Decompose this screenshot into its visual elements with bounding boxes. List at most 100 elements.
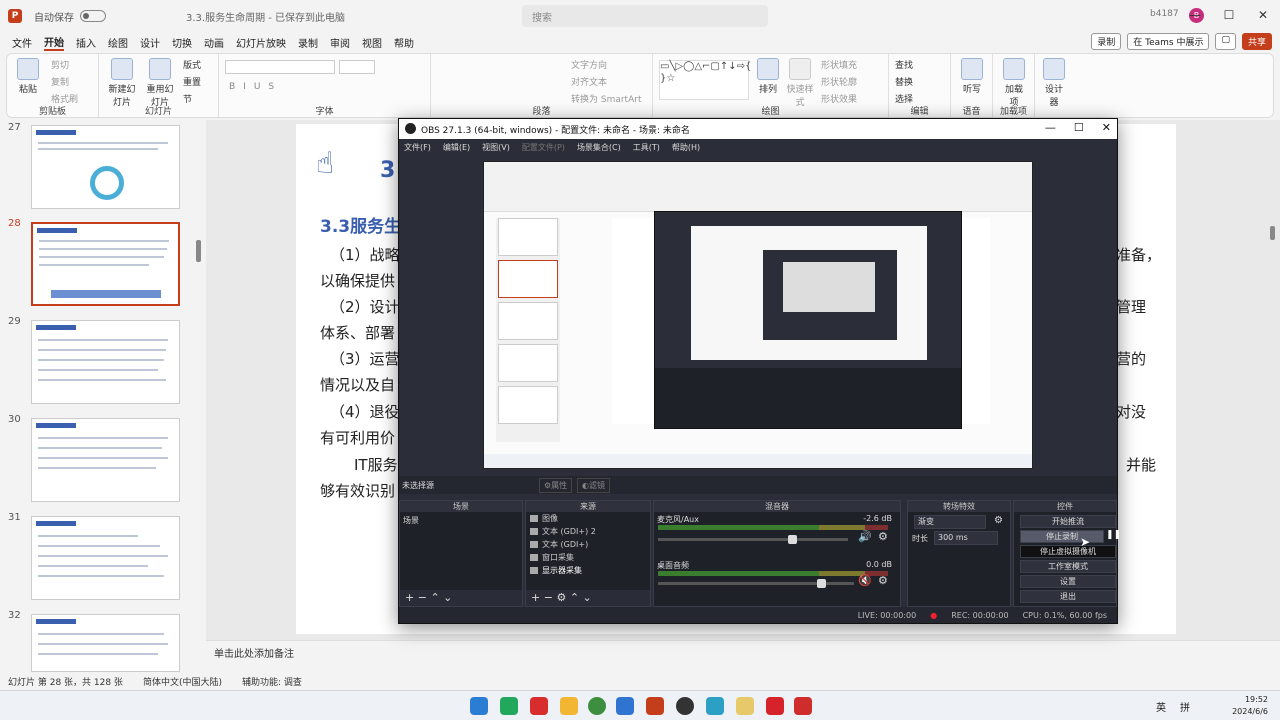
settings-button[interactable]: 设置 — [1020, 575, 1116, 588]
file-explorer-icon[interactable] — [560, 697, 578, 715]
menu-insert[interactable]: 插入 — [76, 35, 96, 50]
menu-review[interactable]: 审阅 — [330, 35, 350, 50]
obs-taskbar-icon[interactable] — [676, 697, 694, 715]
obs-menu-tools[interactable]: 工具(T) — [633, 142, 660, 153]
obs-menu-profile[interactable]: 配置文件(P) — [522, 142, 565, 153]
start-streaming-button[interactable]: 开始推流 — [1020, 515, 1116, 528]
source-item[interactable]: 显示器采集 — [526, 564, 650, 577]
move-up-icon[interactable]: ⌃ — [570, 591, 579, 604]
text-direction-button[interactable]: 文字方向 — [571, 58, 607, 71]
reuse-slide-button[interactable]: 重用幻灯片 — [143, 58, 177, 108]
exit-button[interactable]: 退出 — [1020, 590, 1116, 603]
move-down-icon[interactable]: ⌄ — [583, 591, 592, 604]
add-source-icon[interactable]: + — [531, 591, 540, 604]
stop-virtual-camera-button[interactable]: 停止虚拟摄像机 — [1020, 545, 1116, 558]
start-menu-icon[interactable] — [470, 697, 488, 715]
arrange-button[interactable]: 排列 — [755, 58, 781, 95]
menu-home[interactable]: 开始 — [44, 34, 64, 51]
system-clock[interactable]: 19:52 2024/6/6 — [1232, 694, 1268, 718]
source-settings-icon[interactable]: ⚙ — [556, 591, 566, 604]
comments-icon[interactable]: ▢ — [1215, 33, 1236, 50]
muted-speaker-icon[interactable]: 🔇 — [858, 574, 872, 587]
paste-button[interactable]: 粘贴 — [13, 58, 43, 95]
menu-design[interactable]: 设计 — [140, 35, 160, 50]
volume-slider[interactable] — [658, 579, 854, 588]
source-item[interactable]: 窗口采集 — [526, 551, 650, 564]
obs-maximize-button[interactable]: ☐ — [1074, 121, 1084, 134]
duration-input[interactable]: 300 ms — [934, 531, 998, 545]
taskbar-app-icon[interactable] — [706, 697, 724, 715]
font-size-select[interactable] — [339, 60, 375, 74]
share-button[interactable]: 共享 — [1241, 33, 1272, 50]
taskbar-app-icon[interactable] — [766, 697, 784, 715]
obs-menu-file[interactable]: 文件(F) — [404, 142, 431, 153]
slide-thumbnail-27[interactable] — [31, 125, 180, 209]
ime-mode[interactable]: 拼 — [1180, 699, 1190, 714]
obs-menu-scene-collection[interactable]: 场景集合(C) — [577, 142, 621, 153]
reset-button[interactable]: 重置 — [183, 75, 201, 88]
volume-slider[interactable] — [658, 535, 848, 544]
copy-button[interactable]: 复制 — [51, 75, 69, 88]
shape-outline-button[interactable]: 形状轮廓 — [821, 75, 857, 88]
align-text-button[interactable]: 对齐文本 — [571, 75, 607, 88]
chrome-icon[interactable] — [588, 697, 606, 715]
filters-button[interactable]: ◐滤镜 — [577, 478, 610, 493]
new-slide-button[interactable]: 新建幻灯片 — [105, 58, 139, 108]
menu-record[interactable]: 录制 — [298, 35, 318, 50]
menu-slideshow[interactable]: 幻灯片放映 — [236, 35, 286, 50]
gear-icon[interactable]: ⚙ — [994, 515, 1003, 526]
obs-menu-help[interactable]: 帮助(H) — [672, 142, 700, 153]
notes-pane[interactable]: 单击此处添加备注 — [206, 640, 1280, 664]
record-button[interactable]: 录制 — [1091, 33, 1122, 50]
shape-fill-button[interactable]: 形状填充 — [821, 58, 857, 71]
qq-icon[interactable] — [530, 697, 548, 715]
minimize-button[interactable]: — — [1178, 0, 1212, 30]
search-input[interactable]: 搜索 — [522, 5, 768, 27]
shapes-gallery[interactable]: ▭╲▷◯△⌐▢↑↓⇨{ }☆ — [659, 60, 751, 100]
menu-help[interactable]: 帮助 — [394, 35, 414, 50]
dictate-button[interactable]: 听写 — [959, 58, 985, 95]
remove-scene-icon[interactable]: − — [418, 591, 427, 604]
obs-menu-edit[interactable]: 编辑(E) — [443, 142, 470, 153]
source-item[interactable]: 文本 (GDI+) 2 — [526, 525, 650, 538]
menu-view[interactable]: 视图 — [362, 35, 382, 50]
volume-slider-thumb[interactable] — [788, 535, 797, 544]
transition-select[interactable]: 渐变 — [914, 515, 986, 529]
properties-button[interactable]: ⚙属性 — [539, 478, 573, 493]
gear-icon[interactable]: ⚙ — [878, 530, 888, 543]
addins-button[interactable]: 加载项 — [1001, 58, 1027, 108]
stop-recording-button[interactable]: 停止录制 — [1020, 530, 1104, 543]
slide-thumbnail-31[interactable] — [31, 516, 180, 600]
source-item[interactable]: 图像 — [526, 512, 650, 525]
obs-preview[interactable] — [483, 161, 1033, 469]
slide-thumbnail-30[interactable] — [31, 418, 180, 502]
autosave-toggle[interactable] — [80, 10, 106, 22]
speaker-icon[interactable]: 🔊 — [858, 530, 872, 543]
slide-thumbnail-32[interactable] — [31, 614, 180, 672]
designer-button[interactable]: 设计器 — [1041, 58, 1067, 108]
wps-icon[interactable] — [794, 697, 812, 715]
pause-icon[interactable]: ❚❚ — [1106, 530, 1121, 540]
layout-button[interactable]: 版式 — [183, 58, 201, 71]
add-scene-icon[interactable]: + — [405, 591, 414, 604]
language-status[interactable]: 简体中文(中国大陆) — [143, 675, 222, 688]
wechat-icon[interactable] — [500, 697, 518, 715]
move-down-icon[interactable]: ⌄ — [443, 591, 452, 604]
menu-draw[interactable]: 绘图 — [108, 35, 128, 50]
powerpoint-icon[interactable] — [646, 697, 664, 715]
obs-menu-view[interactable]: 视图(V) — [482, 142, 510, 153]
move-up-icon[interactable]: ⌃ — [430, 591, 439, 604]
slide-scrollbar-thumb[interactable] — [1270, 226, 1275, 240]
replace-button[interactable]: 替换 — [895, 75, 913, 88]
volume-slider-thumb[interactable] — [817, 579, 826, 588]
font-style-buttons[interactable]: BIUS — [229, 82, 282, 92]
gear-icon[interactable]: ⚙ — [878, 574, 888, 587]
obs-close-button[interactable]: ✕ — [1102, 121, 1111, 134]
maximize-button[interactable]: ☐ — [1212, 0, 1246, 30]
obs-minimize-button[interactable]: — — [1045, 121, 1056, 134]
menu-animations[interactable]: 动画 — [204, 35, 224, 50]
teams-present-button[interactable]: 在 Teams 中展示 — [1127, 33, 1210, 50]
find-button[interactable]: 查找 — [895, 58, 913, 71]
source-item[interactable]: 文本 (GDI+) — [526, 538, 650, 551]
slide-thumbnail-29[interactable] — [31, 320, 180, 404]
